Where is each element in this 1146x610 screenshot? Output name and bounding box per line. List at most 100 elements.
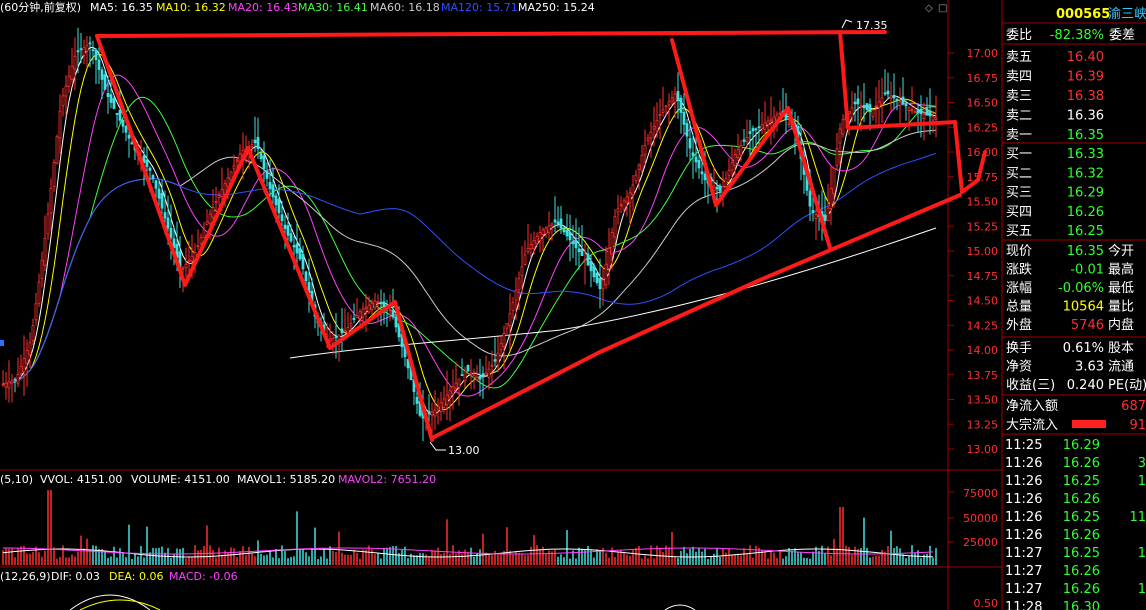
ma60-label: MA60: 16.18 [370, 1, 440, 14]
tick-volume: 11 [1129, 510, 1146, 525]
stock-chart-window: 17.0016.7516.5016.2516.0015.7515.5015.25… [0, 0, 1146, 610]
square-icon: □ [938, 3, 947, 14]
fundamental-right-label: 股本 [1108, 341, 1134, 356]
quote-stats: 现价 16.35 今开涨跌 -0.01 最高涨幅 -0.06% 最低总量 10564 量比外盘 5… [1006, 243, 1134, 333]
dea-label: DEA: 0.06 [109, 570, 163, 583]
cursor-marker [0, 340, 4, 346]
tick-time: 11:27 [1005, 546, 1042, 561]
vvol-label: VVOL: 4151.00 [40, 473, 122, 486]
price-tick-label: 15.50 [967, 196, 999, 209]
macd-label: MACD: -0.06 [169, 570, 238, 583]
tick-price: 16.29 [1063, 438, 1100, 453]
sell-level-label: 卖一 [1006, 128, 1032, 143]
vol-header: (5,10) [0, 473, 33, 486]
price-tick-label: 13.00 [967, 443, 999, 456]
tick-time: 11:26 [1005, 474, 1042, 489]
stat-right-label: 最高 [1108, 262, 1134, 278]
buy-level-price: 16.29 [1067, 186, 1104, 201]
tick-time: 11:28 [1005, 600, 1042, 610]
buy-level-label: 买三 [1006, 186, 1032, 201]
price-tick-label: 15.25 [967, 220, 999, 233]
sell-level-price: 16.39 [1067, 70, 1104, 85]
vol-axis-25000: 25000 [963, 536, 998, 549]
tick-price: 16.30 [1063, 600, 1100, 610]
tick-time: 11:26 [1005, 510, 1042, 525]
price-tick-label: 15.75 [967, 171, 999, 184]
tick-volume: 1 [1138, 582, 1146, 597]
fundamental-right-label: 流通 [1108, 360, 1134, 375]
fundamental-right-label: PE(动) [1108, 378, 1146, 393]
buy-level-price: 16.32 [1067, 166, 1104, 181]
stat-label: 总量 [1006, 300, 1032, 315]
candle [466, 364, 470, 372]
ma120-label: MA120: 15.71 [441, 1, 518, 14]
sell-level-price: 16.40 [1067, 50, 1104, 65]
dif-label: DIF: 0.03 [51, 570, 100, 583]
macd-axis-050: 0.50 [974, 597, 999, 610]
sell-level-label: 卖五 [1006, 50, 1032, 65]
flow-label: 大宗流入 [1006, 417, 1058, 433]
tick-price: 16.26 [1063, 492, 1100, 507]
stock-code: 000565 [1056, 7, 1110, 22]
tick-price: 16.26 [1063, 528, 1100, 543]
sell-level-label: 卖四 [1006, 70, 1032, 85]
weibi-value: -82.38% [1050, 28, 1104, 43]
price-tick-label: 14.75 [967, 270, 999, 283]
buy-level-price: 16.25 [1067, 224, 1104, 239]
sell-level-price: 16.38 [1067, 89, 1104, 104]
volume-label: VOLUME: 4151.00 [131, 473, 230, 486]
stat-right-label: 内盘 [1108, 317, 1134, 333]
price-tick-label: 16.50 [967, 97, 999, 110]
tick-time: 11:27 [1005, 582, 1042, 597]
price-tick-label: 16.75 [967, 72, 999, 85]
stat-value: 10564 [1063, 300, 1104, 315]
flow-label: 净流入额 [1006, 399, 1058, 414]
stat-label: 涨跌 [1006, 262, 1032, 278]
sell-level-price: 16.35 [1067, 128, 1104, 143]
ma250-label: MA250: 15.24 [518, 1, 595, 14]
tick-time: 11:25 [1005, 438, 1042, 453]
stat-right-label: 量比 [1108, 300, 1134, 315]
buy-level-label: 买五 [1006, 224, 1032, 239]
stat-label: 涨幅 [1006, 281, 1032, 296]
price-tick-label: 15.00 [967, 245, 999, 258]
high-label: 17.35 [856, 19, 888, 32]
tick-volume: 1 [1138, 546, 1146, 561]
candle [55, 134, 59, 165]
stat-value: -0.01 [1070, 263, 1104, 278]
volume-legend: (5,10) VVOL: 4151.00 VOLUME: 4151.00 MAV… [0, 473, 436, 486]
price-tick-label: 13.50 [967, 394, 999, 407]
stat-right-label: 最低 [1108, 281, 1134, 296]
buy-level-price: 16.33 [1067, 147, 1104, 162]
buy-level-label: 买四 [1006, 205, 1032, 220]
flow-value: 687 [1121, 399, 1146, 414]
ma10-label: MA10: 16.32 [156, 1, 226, 14]
tick-price: 16.26 [1063, 456, 1100, 471]
tick-volume: 3 [1138, 456, 1146, 471]
buy-level-label: 买二 [1006, 166, 1032, 181]
price-tick-label: 14.50 [967, 295, 999, 308]
sell-level-label: 卖三 [1006, 89, 1032, 104]
mavol1-label: MAVOL1: 5185.20 [237, 473, 335, 486]
mavol2-label: MAVOL2: 7651.20 [338, 473, 436, 486]
vol-axis-75000: 75000 [963, 487, 998, 500]
stat-value: -0.06% [1058, 281, 1104, 296]
stat-right-label: 今开 [1108, 243, 1134, 259]
price-tick-label: 17.00 [967, 47, 999, 60]
price-tick-label: 16.25 [967, 121, 999, 134]
sell-level-label: 卖二 [1006, 109, 1032, 124]
tick-price: 16.25 [1063, 510, 1100, 525]
low-label: 13.00 [448, 444, 480, 457]
tick-price: 16.26 [1063, 564, 1100, 579]
period-label: (60分钟,前复权) [0, 0, 81, 14]
fundamental-value: 0.240 [1067, 378, 1104, 393]
ma20-label: MA20: 16.43 [228, 1, 298, 14]
vol-axis-50000: 50000 [963, 512, 998, 525]
weibi-label: 委比 [1006, 28, 1032, 43]
diamond-icon: ◇ [925, 3, 933, 14]
candle [865, 102, 869, 111]
ma30-label: MA30: 16.41 [298, 1, 368, 14]
ma5-label: MA5: 16.35 [90, 1, 153, 14]
weicha-label: 委差 [1109, 28, 1135, 43]
buy-level-label: 买一 [1006, 147, 1032, 162]
